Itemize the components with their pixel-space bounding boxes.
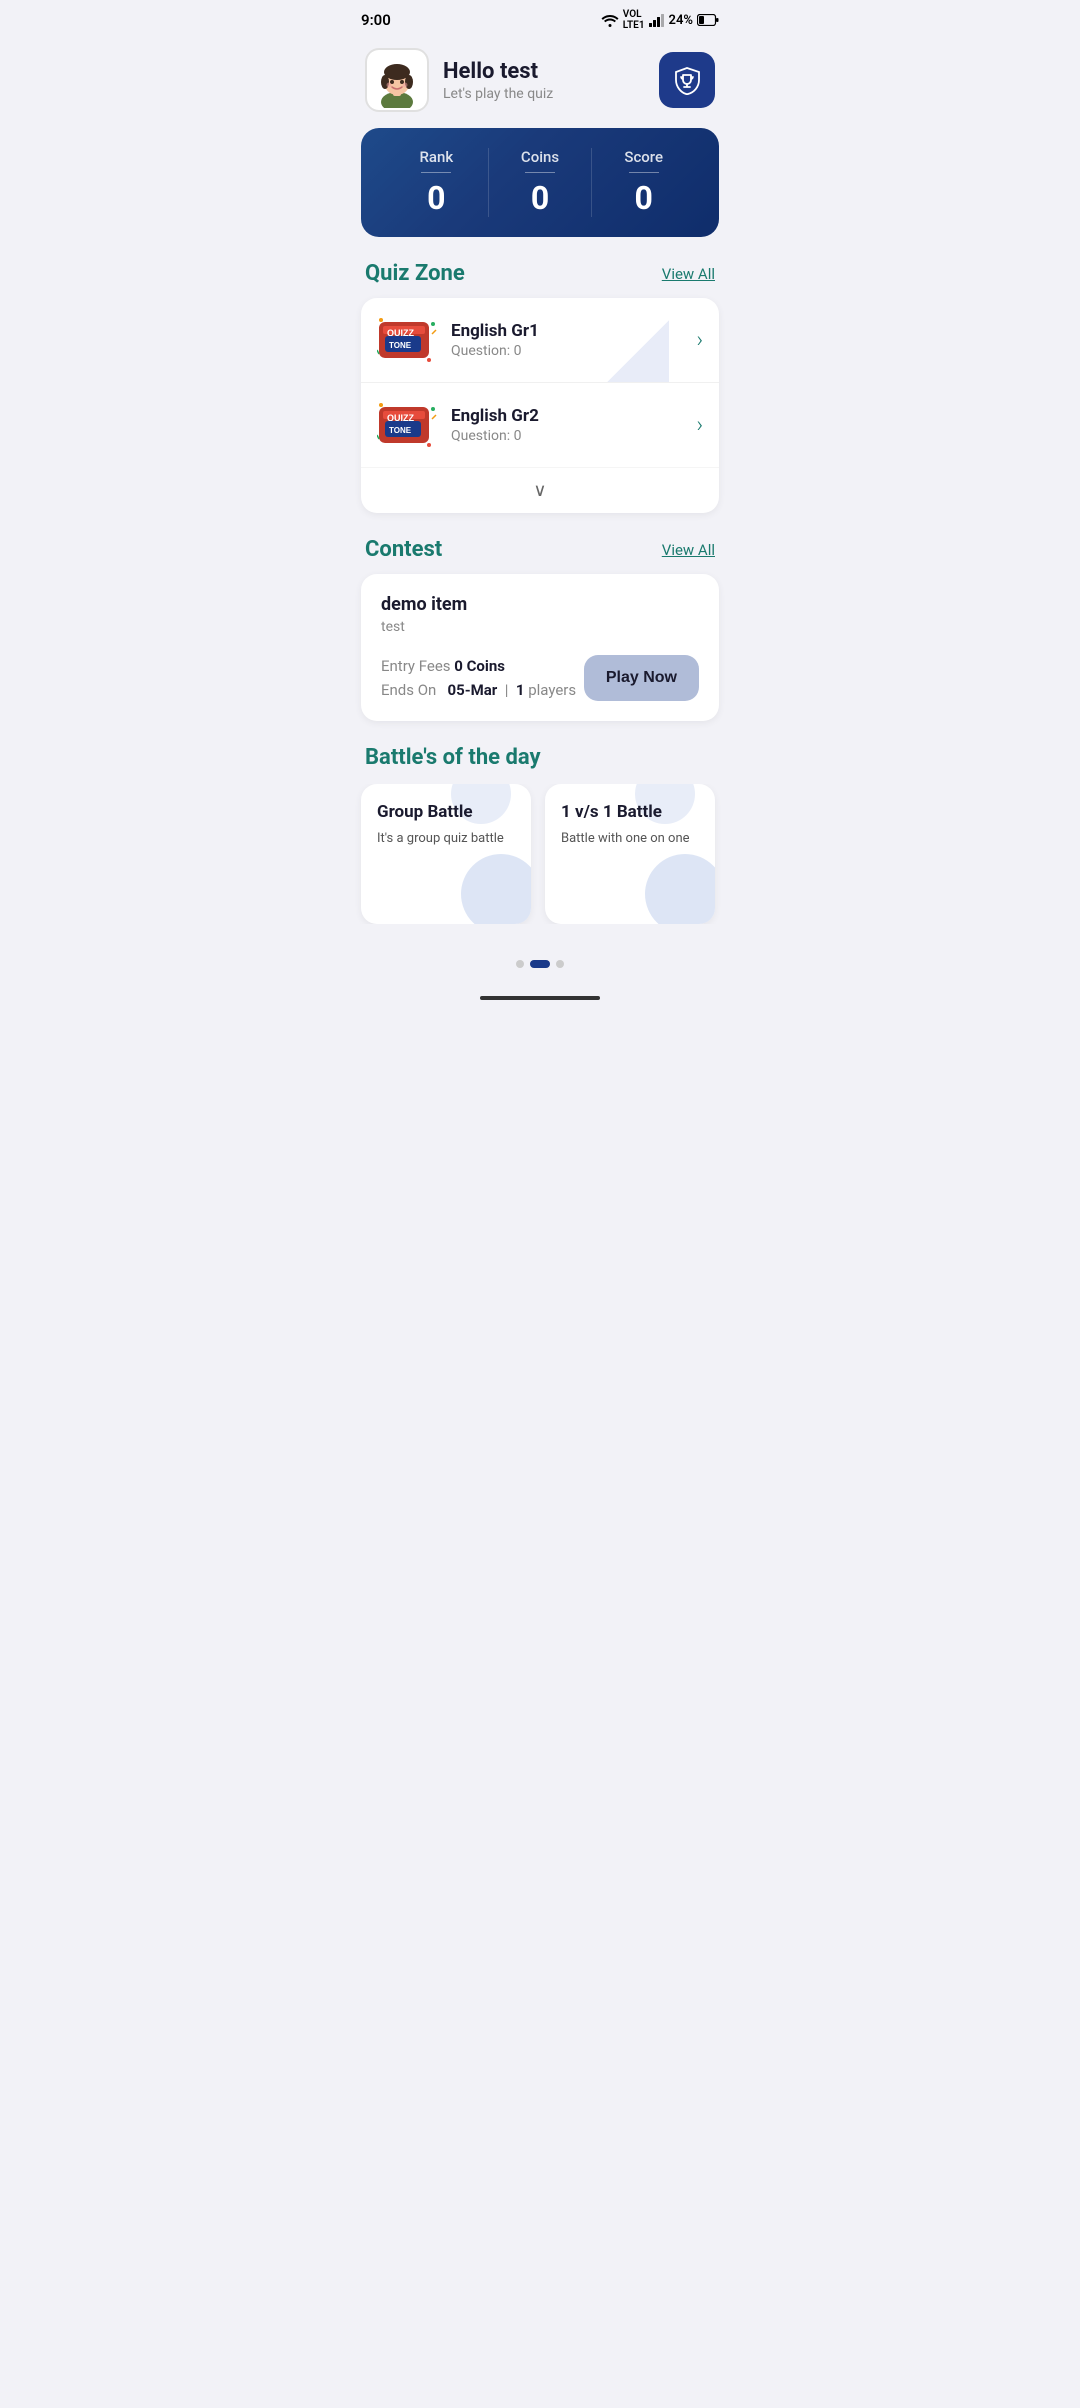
dot-2-active [530,960,550,968]
stats-card: Rank 0 Coins 0 Score 0 [361,128,719,237]
ends-on-date: 05-Mar [448,681,498,699]
coins-stat: Coins 0 [489,148,593,217]
chevron-right-1: › [696,328,703,353]
score-label: Score [624,148,663,166]
expand-icon: ∨ [533,480,546,501]
battle-card-1v1[interactable]: 1 v/s 1 Battle Battle with one on one [545,784,715,924]
contest-view-all[interactable]: View All [662,541,715,559]
quiz-item-english-gr1[interactable]: QUIZZ TONE English Gr1 Question: 0 › [361,298,719,383]
quiz-zone-header: Quiz Zone View All [345,261,735,286]
contest-bottom: Entry Fees 0 Coins Ends On 05-Mar | 1 pl… [381,655,699,701]
quizz-logo-1: QUIZZ TONE [377,314,437,366]
greeting: Hello test [443,59,553,84]
quiz-zone-section: Quiz Zone View All QUIZZ TONE [345,261,735,513]
home-bar [480,996,600,1000]
quiz-info-2: English Gr2 Question: 0 [451,406,682,444]
battery-text: 24% [669,13,693,28]
quiz-item-english-gr2[interactable]: QUIZZ TONE English Gr2 Question: 0 › [361,383,719,467]
contest-card: demo item test Entry Fees 0 Coins Ends O… [361,574,719,721]
battle-deco-1 [461,854,531,924]
battles-title: Battle's of the day [345,745,735,770]
score-divider [629,172,659,173]
contest-header: Contest View All [345,537,735,562]
rank-stat: Rank 0 [385,148,489,217]
header: Hello test Let's play the quiz [345,36,735,128]
dot-1 [516,960,524,968]
battle-card-desc-1v1: Battle with one on one [561,830,699,848]
contest-title: Contest [365,537,442,562]
coins-divider [525,172,555,173]
contest-ends: Ends On 05-Mar | 1 players [381,681,584,699]
svg-text:TONE: TONE [389,341,412,350]
status-icons: VOLLTE1 24% [601,9,719,31]
contest-item-subtitle: test [381,619,699,635]
quizz-logo-2: QUIZZ TONE [377,399,437,451]
rank-value: 0 [427,179,445,217]
header-left: Hello test Let's play the quiz [365,48,553,112]
ends-on-label: Ends On [381,681,436,699]
score-value: 0 [635,179,653,217]
battle-card-group[interactable]: Group Battle It's a group quiz battle [361,784,531,924]
quiz-thumb-2: QUIZZ TONE [377,399,437,451]
battle-deco-3 [645,854,715,924]
status-time: 9:00 [361,11,391,29]
header-text: Hello test Let's play the quiz [443,59,553,102]
entry-fees-value: 0 Coins [454,657,505,675]
signal-text: VOLLTE1 [623,9,645,31]
dot-3 [556,960,564,968]
coins-value: 0 [531,179,549,217]
expand-quiz-button[interactable]: ∨ [361,467,719,513]
quiz-questions-2: Question: 0 [451,428,682,444]
players-label: players [528,681,576,699]
trophy-button[interactable] [659,52,715,108]
battery-icon [697,14,719,26]
coins-label: Coins [521,148,559,166]
avatar-image [369,52,425,108]
play-now-button[interactable]: Play Now [584,655,699,701]
contest-item-title: demo item [381,594,699,615]
rank-divider [421,172,451,173]
subtitle: Let's play the quiz [443,86,553,102]
battles-scroll: Group Battle It's a group quiz battle 1 … [345,784,735,924]
home-indicator [345,988,735,1012]
trophy-icon [672,65,702,95]
contest-fees: Entry Fees 0 Coins [381,657,584,675]
separator: | [505,681,509,699]
quiz-zone-view-all[interactable]: View All [662,265,715,283]
battles-section: Battle's of the day Group Battle It's a … [345,745,735,924]
status-bar: 9:00 VOLLTE1 24% [345,0,735,36]
entry-fees-label: Entry Fees [381,657,451,675]
players-count: 1 [516,681,525,699]
corner-deco-1 [599,298,669,382]
quiz-list: QUIZZ TONE English Gr1 Question: 0 › [361,298,719,513]
avatar [365,48,429,112]
battle-card-desc-group: It's a group quiz battle [377,830,515,848]
contest-meta: Entry Fees 0 Coins Ends On 05-Mar | 1 pl… [381,657,584,699]
quiz-name-2: English Gr2 [451,406,682,426]
contest-section: Contest View All demo item test Entry Fe… [345,537,735,721]
rank-label: Rank [419,148,453,166]
signal-bars-icon [649,13,665,27]
battle-card-name-1v1: 1 v/s 1 Battle [561,802,699,822]
wifi-icon [601,13,619,27]
quiz-thumb-1: QUIZZ TONE [377,314,437,366]
svg-text:TONE: TONE [389,426,412,435]
battle-card-name-group: Group Battle [377,802,515,822]
quiz-zone-title: Quiz Zone [365,261,465,286]
chevron-right-2: › [696,413,703,438]
score-stat: Score 0 [592,148,695,217]
dot-indicators [345,948,735,988]
